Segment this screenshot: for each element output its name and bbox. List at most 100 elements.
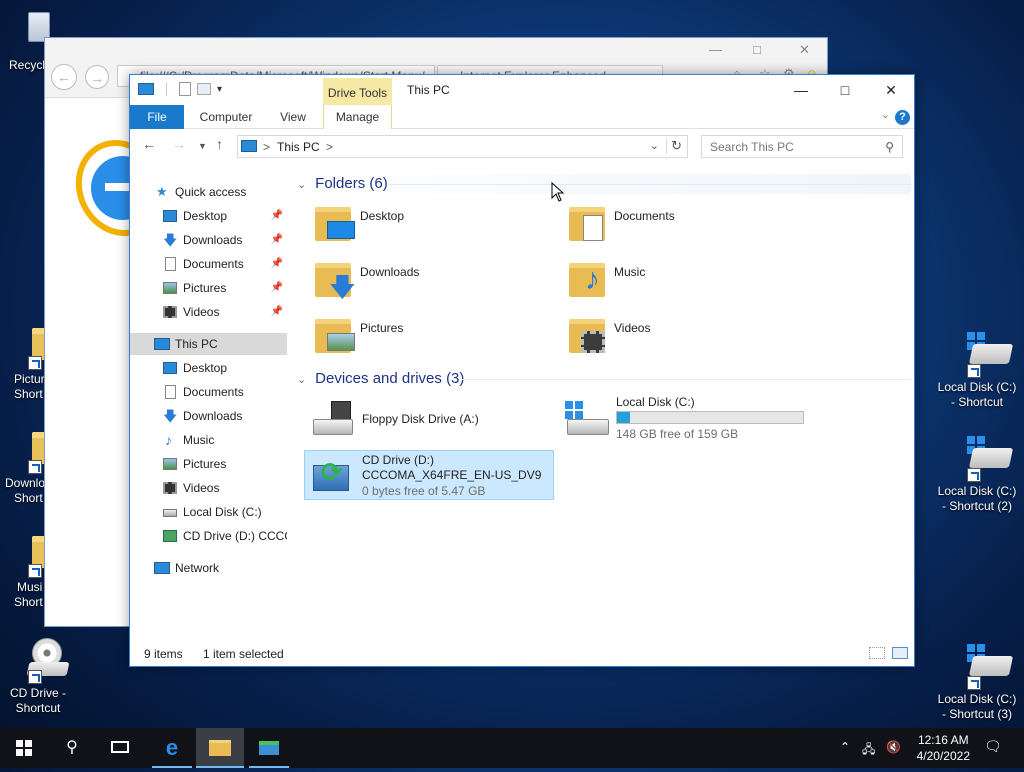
breadcrumb-this-pc[interactable]: This PC xyxy=(277,140,320,154)
desktop-icon-local-disk-shortcut-2[interactable]: Local Disk (C:) - Shortcut (2) xyxy=(936,434,1018,514)
sidebar-item-pc-pictures[interactable]: Pictures xyxy=(130,453,287,475)
folders-group-header[interactable]: ⌄ Folders (6) xyxy=(289,174,911,194)
desktop-icon-label: Local Disk (C:) xyxy=(937,484,1017,498)
drive-tile-local-disk[interactable]: Local Disk (C:) 148 GB free of 159 GB xyxy=(559,395,809,445)
pin-icon[interactable]: 📌 xyxy=(271,277,283,299)
sidebar-item-cd-drive[interactable]: CD Drive (D:) CCCOMA xyxy=(130,525,287,547)
close-button[interactable]: ✕ xyxy=(868,75,914,105)
sidebar-item-this-pc[interactable]: This PC xyxy=(130,333,287,355)
customize-qat-icon[interactable]: ▾ xyxy=(217,84,222,95)
system-clock[interactable]: 12:16 AM 4/20/2022 xyxy=(917,732,970,764)
pin-icon[interactable]: 📌 xyxy=(271,229,283,251)
breadcrumb-separator: > xyxy=(263,140,271,154)
drive-tile-floppy[interactable]: Floppy Disk Drive (A:) xyxy=(305,395,555,445)
folder-tile-desktop[interactable]: Desktop xyxy=(305,199,555,249)
mouse-cursor-icon xyxy=(551,182,565,202)
navigation-pane: ★ Quick access Desktop 📌 🡇 Downloads 📌 D… xyxy=(130,175,287,645)
title-bar[interactable]: ▾ Drive Tools This PC — □ ✕ xyxy=(130,75,914,106)
show-hidden-icons-icon[interactable]: ⌃ xyxy=(840,740,850,754)
pin-icon[interactable]: 📌 xyxy=(271,301,283,323)
action-center-icon[interactable]: 🗨 xyxy=(984,738,1002,755)
documents-folder-icon xyxy=(567,205,609,243)
desktop-icon-label: - Shortcut xyxy=(950,395,1004,409)
sidebar-item-label: Videos xyxy=(183,305,220,319)
cd-drive-icon xyxy=(14,636,70,684)
back-arrow-icon[interactable]: ← xyxy=(142,136,156,152)
folder-tile-music[interactable]: ♪ Music xyxy=(559,255,809,305)
ie-maximize-button[interactable]: □ xyxy=(753,42,761,57)
pin-icon[interactable]: 📌 xyxy=(271,253,283,275)
tab-computer[interactable]: Computer xyxy=(192,105,260,129)
sidebar-item-pc-downloads[interactable]: 🡇 Downloads xyxy=(130,405,287,427)
network-status-icon[interactable]: 🖧 xyxy=(862,740,875,761)
tab-manage[interactable]: Manage xyxy=(323,105,392,129)
devices-group-header[interactable]: ⌄ Devices and drives (3) xyxy=(289,369,911,389)
sidebar-item-local-disk[interactable]: Local Disk (C:) xyxy=(130,501,287,523)
large-icons-view-icon[interactable] xyxy=(892,647,908,659)
forward-arrow-icon[interactable]: → xyxy=(172,136,186,152)
help-icon[interactable]: ? xyxy=(895,110,910,125)
minimize-button[interactable]: — xyxy=(778,75,824,105)
sidebar-item-qa-videos[interactable]: Videos 📌 xyxy=(130,301,287,323)
sidebar-item-qa-documents[interactable]: Documents 📌 xyxy=(130,253,287,275)
folder-tile-downloads[interactable]: 🡇 Downloads xyxy=(305,255,555,305)
ie-close-button[interactable]: ✕ xyxy=(799,42,810,58)
address-bar[interactable]: > This PC > ⌄ ↻ xyxy=(237,135,688,158)
refresh-icon[interactable]: ↻ xyxy=(666,138,682,154)
group-divider xyxy=(389,184,911,185)
drive-tile-cd-drive[interactable]: ⟳ CD Drive (D:) CCCOMA_X64FRE_EN-US_DV9 … xyxy=(304,450,554,500)
arrow-right-icon: → xyxy=(90,70,104,86)
task-view-button[interactable] xyxy=(96,728,144,768)
expand-ribbon-icon[interactable]: ⌄ xyxy=(881,108,890,121)
ie-back-button[interactable]: ← xyxy=(51,64,77,90)
start-button[interactable] xyxy=(0,728,48,768)
search-box[interactable]: ⚲ xyxy=(701,135,903,158)
maximize-button[interactable]: □ xyxy=(822,75,868,105)
ie-forward-button[interactable]: → xyxy=(85,65,109,89)
sidebar-item-pc-music[interactable]: ♪ Music xyxy=(130,429,287,451)
sidebar-item-pc-videos[interactable]: Videos xyxy=(130,477,287,499)
sidebar-item-qa-pictures[interactable]: Pictures 📌 xyxy=(130,277,287,299)
sidebar-item-quick-access[interactable]: ★ Quick access xyxy=(130,181,287,203)
folder-tile-documents[interactable]: Documents xyxy=(559,199,809,249)
address-dropdown-icon[interactable]: ⌄ xyxy=(650,139,659,152)
desktop-icon-local-disk-shortcut-3[interactable]: Local Disk (C:) - Shortcut (3) xyxy=(936,642,1018,722)
search-input[interactable] xyxy=(708,137,878,157)
chevron-down-icon: ⌄ xyxy=(297,179,307,191)
ribbon-tabs: File Computer View Manage ⌄ ? xyxy=(130,105,914,129)
sidebar-item-label: Desktop xyxy=(183,361,228,375)
qat-divider xyxy=(166,82,167,96)
new-folder-icon[interactable] xyxy=(197,83,211,95)
tab-view[interactable]: View xyxy=(270,105,316,129)
file-explorer-window[interactable]: ▾ Drive Tools This PC — □ ✕ File Compute… xyxy=(129,74,915,667)
this-pc-icon xyxy=(138,83,154,95)
recent-locations-icon[interactable]: ▼ xyxy=(198,141,207,151)
pin-icon[interactable]: 📌 xyxy=(271,205,283,227)
local-disk-icon xyxy=(163,509,177,517)
folder-name: Documents xyxy=(614,209,675,223)
status-item-count: 9 items xyxy=(144,647,183,661)
shortcut-arrow-icon xyxy=(967,468,981,482)
shortcut-arrow-icon xyxy=(28,564,42,578)
sidebar-item-pc-desktop[interactable]: Desktop xyxy=(130,357,287,379)
desktop-icon-cd-drive-shortcut[interactable]: CD Drive - Shortcut xyxy=(0,636,76,716)
tab-file[interactable]: File xyxy=(130,105,184,129)
arrow-left-icon: ← xyxy=(57,69,71,85)
volume-muted-icon[interactable]: 🔇 xyxy=(886,740,901,754)
search-button[interactable]: ⚲ xyxy=(48,728,96,768)
up-arrow-icon[interactable]: ↑ xyxy=(216,136,223,152)
properties-icon[interactable] xyxy=(179,82,191,96)
sidebar-item-network[interactable]: Network xyxy=(130,557,287,579)
desktop-icon xyxy=(163,362,177,374)
sidebar-item-qa-desktop[interactable]: Desktop 📌 xyxy=(130,205,287,227)
folder-tile-videos[interactable]: Videos xyxy=(559,311,809,361)
taskbar-setup[interactable] xyxy=(245,728,293,768)
sidebar-item-pc-documents[interactable]: Documents xyxy=(130,381,287,403)
details-view-icon[interactable] xyxy=(869,647,885,659)
folder-tile-pictures[interactable]: Pictures xyxy=(305,311,555,361)
desktop-icon-local-disk-shortcut[interactable]: Local Disk (C:) - Shortcut xyxy=(936,330,1018,410)
taskbar-internet-explorer[interactable]: e xyxy=(148,728,196,768)
ie-minimize-button[interactable]: — xyxy=(709,42,722,57)
sidebar-item-qa-downloads[interactable]: 🡇 Downloads 📌 xyxy=(130,229,287,251)
taskbar-file-explorer[interactable] xyxy=(196,728,244,768)
